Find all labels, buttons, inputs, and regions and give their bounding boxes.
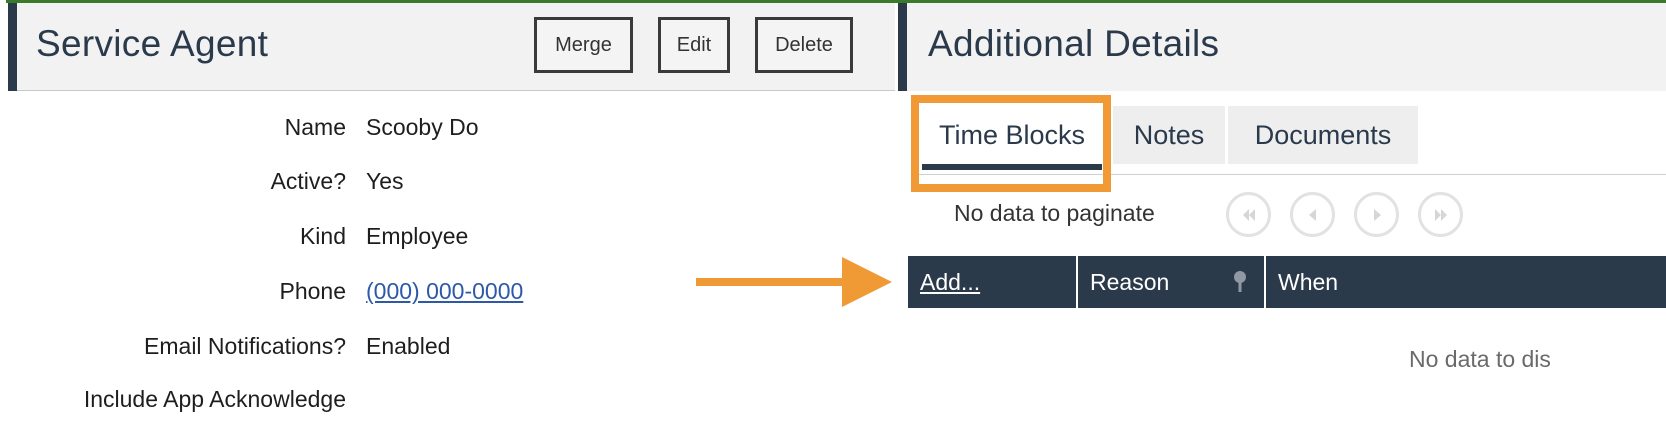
additional-details-header: Additional Details <box>898 3 1666 91</box>
service-agent-header: Service Agent Merge Edit Delete <box>8 3 895 91</box>
column-header-when[interactable]: When <box>1266 256 1666 308</box>
header-accent-bar <box>898 3 907 91</box>
phone-link[interactable]: (000) 000-0000 <box>366 278 523 305</box>
add-link[interactable]: Add... <box>908 256 1076 308</box>
field-label-email-notifications: Email Notifications? <box>144 333 346 359</box>
first-page-icon[interactable] <box>1226 192 1271 237</box>
active-tab-indicator <box>922 164 1102 170</box>
grid-header: Add... Reason When <box>908 256 1666 308</box>
tab-label: Documents <box>1254 119 1392 150</box>
column-header-label: Reason <box>1090 268 1170 295</box>
filter-icon[interactable] <box>1230 270 1250 294</box>
tab-label: Notes <box>1133 119 1205 150</box>
edit-button[interactable]: Edit <box>658 17 730 73</box>
delete-button[interactable]: Delete <box>755 17 853 73</box>
tab-notes[interactable]: Notes <box>1113 106 1225 164</box>
field-value-email-notifications: Enabled <box>366 333 451 359</box>
tab-label: Time Blocks <box>938 119 1086 150</box>
top-rule-cut <box>0 0 6 3</box>
page-title: Service Agent <box>36 23 269 64</box>
header-accent-bar <box>8 3 17 91</box>
next-page-icon[interactable] <box>1354 192 1399 237</box>
field-label-kind: Kind <box>299 223 346 249</box>
column-header-label: When <box>1278 268 1339 295</box>
field-label-phone: Phone <box>279 278 346 304</box>
pagination-status: No data to paginate <box>954 200 1155 226</box>
merge-button[interactable]: Merge <box>534 17 633 73</box>
field-label-include-app-acknowledge: Include App Acknowledge <box>83 386 346 412</box>
tab-documents[interactable]: Documents <box>1228 106 1418 164</box>
field-value-name: Scooby Do <box>366 114 479 140</box>
tab-time-blocks[interactable]: Time Blocks <box>922 106 1102 170</box>
field-label-active: Active? <box>270 168 346 194</box>
last-page-icon[interactable] <box>1418 192 1463 237</box>
field-value-kind: Employee <box>366 223 469 249</box>
field-value-active: Yes <box>366 168 404 194</box>
section-title: Additional Details <box>928 23 1220 64</box>
grid-empty-message: No data to dis <box>1409 346 1551 372</box>
previous-page-icon[interactable] <box>1290 192 1335 237</box>
right-arrow-icon <box>696 257 892 307</box>
field-label-name: Name <box>284 114 346 140</box>
tab-bar-divider <box>912 174 1666 175</box>
